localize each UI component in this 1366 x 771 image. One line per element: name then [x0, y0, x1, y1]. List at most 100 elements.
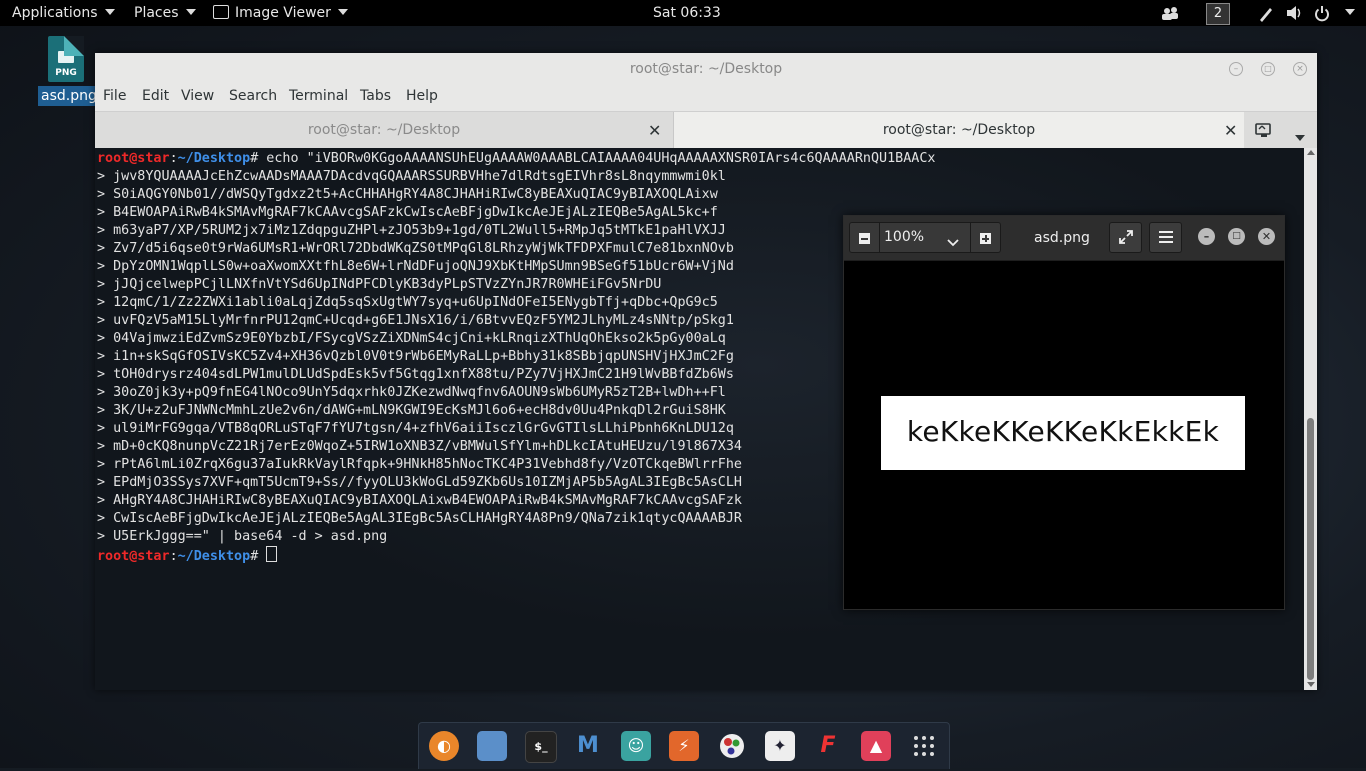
terminal-line: > 3K/U+z2uFJNWNcMmhLzUe2v6n/dAWG+mLN9KGW… — [97, 403, 726, 418]
active-app-menu[interactable]: Image Viewer — [213, 0, 348, 26]
fullscreen-icon — [1118, 230, 1133, 244]
scrollbar[interactable] — [1304, 148, 1317, 690]
menu-terminal[interactable]: Terminal — [289, 88, 348, 104]
terminal-line: > CwIscAeBFjgDwIkcAeJEjALzIEQBe5AgAL3IEg… — [97, 511, 742, 526]
beef-icon[interactable]: ✦ — [765, 731, 795, 761]
minimize-icon[interactable]: – — [1198, 228, 1215, 245]
terminal-line: > Zv7/d5i6qse0t9rWa6UMsR1+WrORl72DbdWKqZ… — [97, 241, 734, 256]
terminal-line: > i1n+skSqGfOSIVsKC5Zv4+XH36vQzbl0V0t9rW… — [97, 349, 734, 364]
maximize-icon[interactable]: □ — [1228, 228, 1245, 245]
terminal-text: root@star:~/Desktop# echo "iVBORw0KGgoAA… — [97, 151, 936, 564]
firefox-icon[interactable]: ◐ — [429, 731, 459, 761]
terminal-line: > 30oZ0jk3y+pQ9fnEG4lNOco9UnY5dqxrhk0JZK… — [97, 385, 726, 400]
terminal-line: > uvFQzV5aM15LlyMrfnrPU12qmC+Ucqd+g6E1JN… — [97, 313, 734, 328]
terminal-icon[interactable]: $_ — [525, 731, 557, 763]
terminal-line: > DpYzOMN1WqplLS0w+oaXwomXXtfhL8e6W+lrNd… — [97, 259, 734, 274]
image-viewer-icon[interactable]: ▲ — [861, 731, 891, 761]
zoom-in-button[interactable] — [970, 223, 1000, 252]
tab-bar: root@star: ~/Desktop ✕ root@star: ~/Desk… — [95, 111, 1317, 149]
system-menu[interactable] — [1338, 0, 1355, 26]
menu-bar: File Edit View Search Terminal Tabs Help — [95, 85, 1317, 111]
zoom-out-button[interactable] — [850, 223, 880, 252]
minimize-icon[interactable]: – — [1229, 62, 1243, 76]
window-title: root@star: ~/Desktop — [629, 61, 783, 77]
menu-tabs[interactable]: Tabs — [360, 88, 391, 104]
tab-1-close-icon[interactable]: ✕ — [648, 121, 661, 140]
prompt-path: ~/Desktop — [177, 549, 251, 564]
chevron-down-icon — [104, 9, 115, 15]
desktop-file-label: asd.png — [38, 86, 100, 106]
maltego-icon[interactable] — [717, 731, 747, 761]
zoom-chevron-down-icon[interactable] — [947, 233, 959, 252]
applications-menu[interactable]: Applications — [12, 0, 115, 26]
terminal-line: > tOH0drysrz404sdLPW1mulDLUdSpdEsk5vf5Gt… — [97, 367, 734, 382]
files-icon[interactable] — [477, 731, 507, 761]
users-icon[interactable] — [1160, 0, 1180, 26]
fullscreen-button[interactable] — [1109, 222, 1142, 253]
workspace-indicator[interactable]: 2 — [1206, 3, 1230, 25]
armitage-icon[interactable]: ☺ — [621, 731, 651, 761]
terminal-line: > jwv8YQUAAAAJcEhZcwAADsMAAA7DAcdvqGQAAA… — [97, 169, 726, 184]
close-icon[interactable]: × — [1293, 62, 1307, 76]
active-app-label: Image Viewer — [235, 5, 331, 21]
tab-2[interactable]: root@star: ~/Desktop — [673, 112, 1244, 149]
viewer-title: asd.png — [1034, 230, 1090, 246]
png-file-icon: PNG — [48, 36, 84, 82]
pen-icon[interactable] — [1258, 0, 1274, 26]
prompt-user: root@star — [97, 151, 170, 166]
text-cursor — [266, 546, 278, 562]
plus-icon — [980, 233, 991, 244]
hamburger-menu-button[interactable] — [1149, 222, 1182, 253]
tab-2-close-icon[interactable]: ✕ — [1224, 121, 1237, 140]
minus-icon — [859, 233, 870, 244]
terminal-line: > AHgRY4A8CJHAHiRIwC8yBEAXuQIAC9yBIAXOQL… — [97, 493, 742, 508]
terminal-line: > m63yaP7/XP/5RUM2jx7iMz1ZdqpguZHPl+zJO5… — [97, 223, 726, 238]
clock[interactable]: Sat 06:33 — [653, 0, 721, 26]
tabs-menu-chevron-icon[interactable] — [1295, 128, 1305, 147]
scroll-down-icon[interactable] — [1307, 682, 1315, 687]
prompt-user: root@star — [97, 549, 170, 564]
tab-1[interactable]: root@star: ~/Desktop — [95, 112, 673, 149]
menu-help[interactable]: Help — [406, 88, 438, 104]
menu-view[interactable]: View — [181, 88, 214, 104]
image-viewer-small-icon — [213, 5, 229, 19]
zoom-level[interactable]: 100% — [884, 223, 924, 252]
menu-edit[interactable]: Edit — [142, 88, 169, 104]
menu-search[interactable]: Search — [229, 88, 277, 104]
terminal-line: > U5ErkJggg==" | base64 -d > asd.png — [97, 529, 388, 544]
image-text: keKkeKKeKKeKkEkkEk — [906, 415, 1220, 448]
scrollbar-thumb[interactable] — [1307, 418, 1314, 680]
power-icon[interactable] — [1314, 0, 1330, 26]
image-viewer-window: 100% asd.png – □ ✕ keKkeKKeKKeKkEkkEk — [843, 215, 1285, 610]
dock: ◐ $_ M ☺ ⚡ ✦ F ▲ — [418, 722, 950, 769]
show-apps-icon[interactable] — [909, 731, 939, 761]
menu-file[interactable]: File — [103, 88, 126, 104]
terminal-line: > B4EWOAPAiRwB4kSMAvMgRAF7kCAAvcgSAFzkCw… — [97, 205, 718, 220]
tab-2-label: root@star: ~/Desktop — [882, 122, 1036, 138]
terminal-line: > S0iAQGY0Nb01//dWSQyTgdxz2t5+AcCHHAHgRY… — [97, 187, 718, 202]
volume-icon[interactable] — [1285, 0, 1303, 26]
command-line: # echo "iVBORw0KGgoAAAANSUhEUgAAAAW0AAAB… — [250, 151, 936, 166]
close-icon[interactable]: ✕ — [1258, 228, 1275, 245]
terminal-line: > mD+0cKQ8nunpVcZ21Rj7erEz0WqoZ+5IRW1oXN… — [97, 439, 742, 454]
terminal-line: > rPtA6lmLi0ZrqX6gu37aIukRkVaylRfqpk+9HN… — [97, 457, 742, 472]
terminal-line: > ul9iMrFG9gqa/VTB8qORLuSTqF7fYU7tgsn/4+… — [97, 421, 734, 436]
tab-1-label: root@star: ~/Desktop — [307, 122, 461, 138]
maximize-icon[interactable]: □ — [1261, 62, 1275, 76]
faraday-icon[interactable]: F — [813, 731, 843, 761]
prompt-path: ~/Desktop — [177, 151, 251, 166]
new-tab-icon[interactable] — [1255, 122, 1273, 142]
scroll-up-icon[interactable] — [1307, 150, 1315, 155]
metasploit-icon[interactable]: M — [573, 731, 603, 761]
places-menu[interactable]: Places — [134, 0, 196, 26]
viewer-headerbar: 100% asd.png – □ ✕ — [844, 216, 1284, 261]
hamburger-icon — [1158, 231, 1173, 243]
terminal-line: > EPdMjO3SSys7XVF+qmT5UcmT9+Ss//fyyOLU3k… — [97, 475, 742, 490]
chevron-down-icon — [337, 9, 348, 15]
terminal-line: > 12qmC/1/Zz2ZWXi1abli0aLqjZdq5sqSxUgtWY… — [97, 295, 718, 310]
applications-label: Applications — [12, 5, 98, 21]
burpsuite-icon[interactable]: ⚡ — [669, 731, 699, 761]
chevron-down-icon — [1345, 9, 1355, 15]
displayed-image: keKkeKKeKKeKkEkkEk — [881, 396, 1245, 470]
terminal-line: > 04VajmwziEdZvmSz9E0YbzbI/FSycgVSzZiXDN… — [97, 331, 726, 346]
